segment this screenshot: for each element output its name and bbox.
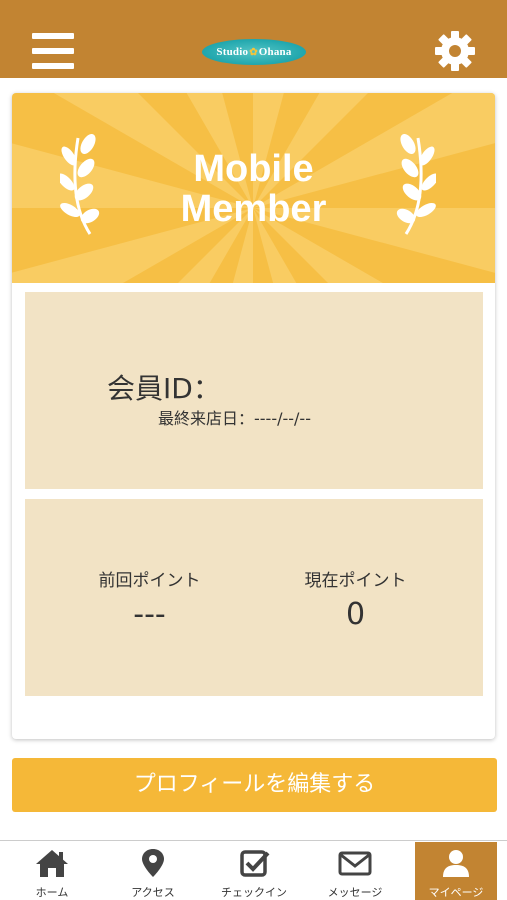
- nav-message[interactable]: メッセージ: [314, 842, 396, 900]
- settings-button[interactable]: [434, 30, 476, 72]
- mobile-member-banner: Mobile Member: [12, 93, 495, 283]
- studio-ohana-logo: Studio ✿ Ohana: [202, 39, 306, 65]
- logo-text-right: Ohana: [258, 46, 292, 58]
- gear-icon: [435, 31, 475, 71]
- laurel-right-icon: [396, 134, 436, 235]
- hamburger-menu-icon-line: [32, 33, 74, 39]
- edit-profile-button[interactable]: プロフィールを編集する: [12, 758, 497, 812]
- menu-button[interactable]: [32, 33, 74, 69]
- nav-access-label: アクセス: [131, 886, 175, 899]
- nav-home[interactable]: ホーム: [11, 842, 93, 900]
- current-points-label: 現在ポイント: [304, 571, 407, 591]
- nav-mypage-label: マイページ: [428, 886, 484, 899]
- current-points-value: 0: [345, 597, 366, 632]
- bottom-nav: ホーム アクセス チェックイン メッセージ マイページ: [0, 840, 507, 900]
- star-icon: ✿: [249, 46, 258, 58]
- last-visit-date: 最終来店日：----/--/--: [158, 409, 311, 428]
- nav-message-label: メッセージ: [327, 886, 383, 899]
- envelope-icon: [338, 851, 372, 876]
- nav-checkin-label: チェックイン: [221, 886, 287, 899]
- previous-points-value: ---: [133, 597, 166, 632]
- nav-mypage[interactable]: マイページ: [415, 842, 497, 900]
- app-header: Studio ✿ Ohana: [0, 0, 507, 78]
- previous-points-label: 前回ポイント: [98, 571, 201, 591]
- hamburger-menu-icon-line: [32, 63, 74, 69]
- member-id-panel: 会員ID： 最終来店日：----/--/--: [25, 292, 483, 489]
- points-panel: 前回ポイント --- 現在ポイント 0: [25, 499, 483, 696]
- hamburger-menu-icon-line: [32, 48, 74, 54]
- user-icon: [443, 850, 469, 877]
- member-id-label: 会員ID：: [107, 372, 221, 405]
- nav-access[interactable]: アクセス: [112, 842, 194, 900]
- map-pin-icon: [142, 849, 164, 877]
- nav-home-label: ホーム: [35, 886, 69, 899]
- checkbox-icon: [240, 850, 270, 877]
- logo-text-left: Studio: [216, 46, 249, 58]
- nav-checkin[interactable]: チェックイン: [213, 842, 295, 900]
- member-card: Mobile Member 会員ID： 最終来店日：----/--/-- 前回ポ…: [12, 93, 495, 739]
- home-icon: [36, 850, 68, 877]
